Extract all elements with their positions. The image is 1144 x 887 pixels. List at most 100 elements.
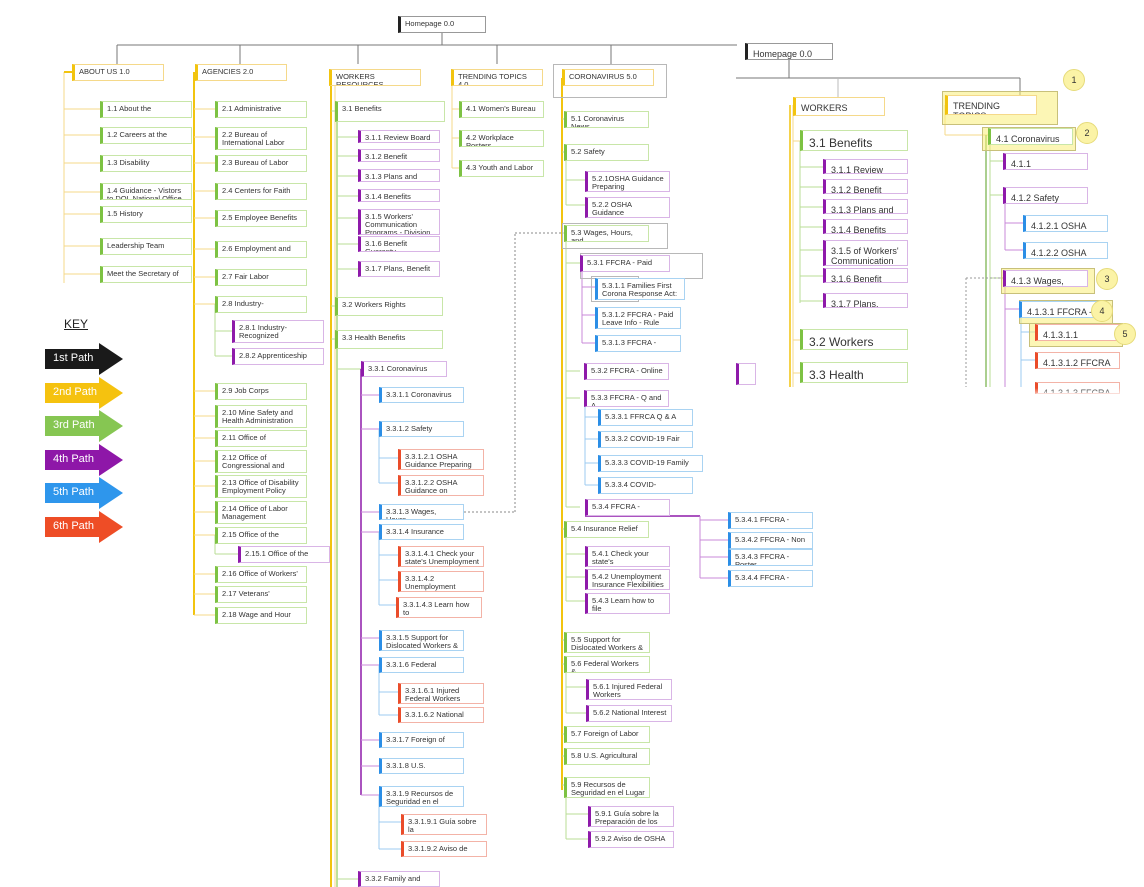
sitemap-node-3.3[interactable]: 3.3 Health Benefits — [335, 330, 443, 349]
sitemap-node-1.4[interactable]: 1.4 Guidance - Vistors to DOL National O… — [100, 183, 192, 200]
sitemap-node-5.3.4.4[interactable]: 5.3.4.4 FFCRA - — [728, 570, 813, 587]
sitemap-node-3.1.6[interactable]: 3.1.6 Benefit Guaranty — [358, 236, 440, 252]
sitemap-node-5.9.1[interactable]: 5.9.1 Guía sobre la Preparación de los — [588, 806, 674, 827]
sitemap-node-workers[interactable]: WORKERS — [793, 97, 885, 116]
sitemap-node-4.1.2[interactable]: 4.1.2 Safety — [1003, 187, 1088, 204]
sitemap-node-3.1.3[interactable]: 3.1.3 Plans and — [358, 169, 440, 182]
sitemap-node-4.1[interactable]: 4.1 Coronavirus — [988, 128, 1073, 145]
sitemap-node-5.3.1.3[interactable]: 5.3.1.3 FFCRA - — [595, 335, 681, 352]
sitemap-node-5.3.4.1[interactable]: 5.3.4.1 FFCRA - — [728, 512, 813, 529]
sitemap-node-5.4[interactable]: 5.4 Insurance Relief — [564, 521, 649, 538]
sitemap-node-4.1[interactable]: 4.1 Women's Bureau — [459, 101, 544, 118]
sitemap-node-3.3.1[interactable]: 3.3.1 Coronavirus — [361, 361, 447, 377]
sitemap-node-4.1.3[interactable]: 4.1.3 Wages, — [1003, 270, 1088, 287]
sitemap-node-1.1[interactable]: 1.1 About the — [100, 101, 192, 118]
sitemap-node-3.1.1[interactable]: 3.1.1 Review — [823, 159, 908, 174]
sitemap-node-3.1.2[interactable]: 3.1.2 Benefit — [823, 179, 908, 194]
sitemap-node-2.12[interactable]: 2.12 Office of Congressional and — [215, 450, 307, 473]
sitemap-node-3.1.3[interactable]: 3.1.3 Plans and — [823, 199, 908, 214]
sitemap-node-2.9[interactable]: 2.9 Job Corps — [215, 383, 307, 400]
sitemap-node-5.3.4.2[interactable]: 5.3.4.2 FFCRA - Non — [728, 532, 813, 549]
sitemap-node-3.1.7[interactable]: 3.1.7 Plans, Benefit — [358, 261, 440, 277]
sitemap-node-3.3.2[interactable]: 3.3.2 Family and — [358, 871, 440, 887]
sitemap-node-5.3.3.1[interactable]: 5.3.3.1 FFRCA Q & A — [598, 409, 693, 426]
sitemap-node-2.15.1[interactable]: 2.15.1 Office of the — [238, 546, 330, 563]
sitemap-node-2.14[interactable]: 2.14 Office of Labor Management — [215, 501, 307, 524]
sitemap-node-5.3.4.3[interactable]: 5.3.4.3 FFCRA - Poster — [728, 549, 813, 566]
sitemap-node-1.5[interactable]: 1.5 History — [100, 206, 192, 223]
sitemap-node-3.3.1.4.2[interactable]: 3.3.1.4.2 Unemployment — [398, 571, 484, 592]
sitemap-node-3.1.4[interactable]: 3.1.4 Benefits — [358, 189, 440, 202]
sitemap-node-3.2[interactable]: 3.2 Workers Rights — [335, 297, 443, 316]
sitemap-node-3.3.1.4[interactable]: 3.3.1.4 Insurance — [379, 524, 464, 540]
sitemap-node-4.1.1[interactable]: 4.1.1 Coronavirus — [1003, 153, 1088, 170]
sitemap-node-3.3.1.7[interactable]: 3.3.1.7 Foreign of — [379, 732, 464, 748]
sitemap-node-leadership[interactable]: Leadership Team — [100, 238, 192, 255]
sitemap-node-3.3.1.1[interactable]: 3.3.1.1 Coronavirus — [379, 387, 464, 403]
sitemap-node-trending[interactable]: TRENDING TOPICS — [945, 95, 1037, 115]
sitemap-node-5.2.1osha[interactable]: 5.2.1OSHA Guidance Preparing Workplaces — [585, 171, 670, 192]
sitemap-node-5.3.3.3[interactable]: 5.3.3.3 COVID-19 Family — [598, 455, 703, 472]
sitemap-node-5.3.1.2[interactable]: 5.3.1.2 FFCRA - Paid Leave Info - Rule — [595, 307, 681, 329]
sitemap-node-workers[interactable]: WORKERS RESOURCES — [329, 69, 421, 86]
sitemap-node-3.3.1.3[interactable]: 3.3.1.3 Wages, Hours, — [379, 504, 464, 520]
sitemap-node-5.2.2[interactable]: 5.2.2 OSHA Guidance on Respiratory — [585, 197, 670, 218]
sitemap-node-5.3[interactable]: 5.3 Wages, Hours, and — [564, 225, 649, 242]
sitemap-node-2.6[interactable]: 2.6 Employment and — [215, 241, 307, 258]
sitemap-node-5.3.4[interactable]: 5.3.4 FFCRA - — [585, 499, 670, 516]
sitemap-node-5.3.3.4[interactable]: 5.3.3.4 COVID- — [598, 477, 693, 494]
sitemap-node-3.1.6[interactable]: 3.1.6 Benefit — [823, 268, 908, 283]
sitemap-node-5.3.2[interactable]: 5.3.2 FFCRA - Online — [584, 363, 669, 380]
sitemap-node-2.4[interactable]: 2.4 Centers for Faith — [215, 183, 307, 200]
sitemap-node-5.6.2[interactable]: 5.6.2 National Interest — [586, 705, 672, 722]
sitemap-node-1.3[interactable]: 1.3 Disability — [100, 155, 192, 172]
sitemap-node-3.3.1.8[interactable]: 3.3.1.8 U.S. — [379, 758, 464, 774]
sitemap-node-3.3.1.9.1[interactable]: 3.3.1.9.1 Guía sobre la Preparación de l… — [401, 814, 487, 835]
sitemap-node-3.3.1.9[interactable]: 3.3.1.9 Recursos de Seguridad en el Luga… — [379, 786, 464, 807]
sitemap-node-3.3.1.4.1[interactable]: 3.3.1.4.1 Check your state's Unemploymen… — [398, 546, 484, 567]
sitemap-node-3.3.1.2[interactable]: 3.3.1.2 Safety — [379, 421, 464, 437]
sitemap-node-5.2[interactable]: 5.2 Safety — [564, 144, 649, 161]
sitemap-node-3.3.1.5[interactable]: 3.3.1.5 Support for Dislocated Workers & — [379, 630, 464, 651]
sitemap-node-3.3.1.6.1[interactable]: 3.3.1.6.1 Injured Federal Workers — [398, 683, 484, 704]
sitemap-node-4.2[interactable]: 4.2 Workplace Posters — [459, 130, 544, 147]
sitemap-node-4.3[interactable]: 4.3 Youth and Labor — [459, 160, 544, 177]
sitemap-node-2.8.1[interactable]: 2.8.1 Industry- Recognized — [232, 320, 324, 343]
sitemap-node-meet[interactable]: Meet the Secretary of — [100, 266, 192, 283]
sitemap-node-3.3[interactable]: 3.3 Health — [800, 362, 908, 383]
sitemap-node-3.1[interactable]: 3.1 Benefits — [335, 101, 445, 122]
sitemap-node-2.16[interactable]: 2.16 Office of Workers' — [215, 566, 307, 583]
sitemap-node-coronavirus[interactable]: CORONAVIRUS 5.0 — [562, 69, 654, 86]
sitemap-node-5.1[interactable]: 5.1 Coronavirus News — [564, 111, 649, 128]
sitemap-node-about[interactable]: ABOUT US 1.0 — [72, 64, 164, 81]
sitemap-node-2.18[interactable]: 2.18 Wage and Hour — [215, 607, 307, 624]
sitemap-node-3.3.1.2.1[interactable]: 3.3.1.2.1 OSHA Guidance Preparing — [398, 449, 484, 470]
sitemap-node-3.3.1.6.2[interactable]: 3.3.1.6.2 National — [398, 707, 484, 723]
sitemap-node-homepage[interactable]: Homepage 0.0 — [745, 43, 833, 60]
sitemap-node-agencies[interactable]: AGENCIES 2.0 — [195, 64, 287, 81]
sitemap-node-5.4.1[interactable]: 5.4.1 Check your state's Unemployment — [585, 546, 670, 567]
sitemap-node-3.3.1.2.2[interactable]: 3.3.1.2.2 OSHA Guidance on — [398, 475, 484, 496]
sitemap-node-3.1.5[interactable]: 3.1.5 Workers' Communication Programs - … — [358, 209, 440, 235]
sitemap-node-2.13[interactable]: 2.13 Office of Disability Employment Pol… — [215, 475, 307, 498]
sitemap-node-2.8[interactable]: 2.8 Industry- — [215, 296, 307, 313]
sitemap-node-3.1.4[interactable]: 3.1.4 Benefits — [823, 219, 908, 234]
sitemap-node-3.2[interactable]: 3.2 Workers Rights — [800, 329, 908, 350]
sitemap-node-3.1.1[interactable]: 3.1.1 Review Board — [358, 130, 440, 143]
sitemap-node-5.9[interactable]: 5.9 Recursos de Seguridad en el Lugar — [564, 777, 650, 798]
sitemap-node-3.1.2[interactable]: 3.1.2 Benefit Security — [358, 149, 440, 162]
sitemap-node-2.5[interactable]: 2.5 Employee Benefits — [215, 210, 307, 227]
sitemap-node-2.8.2[interactable]: 2.8.2 Apprenticeship — [232, 348, 324, 365]
sitemap-node-5.7[interactable]: 5.7 Foreign of Labor — [564, 726, 650, 743]
sitemap-node-5.8[interactable]: 5.8 U.S. Agricultural — [564, 748, 650, 765]
sitemap-node-trending[interactable]: TRENDING TOPICS 4.0 — [451, 69, 543, 86]
sitemap-node-2.10[interactable]: 2.10 Mine Safety and Health Administrati… — [215, 405, 307, 428]
sitemap-node-2.7[interactable]: 2.7 Fair Labor — [215, 269, 307, 286]
sitemap-node-3.3.1.6[interactable]: 3.3.1.6 Federal — [379, 657, 464, 673]
sitemap-node-3.1.5[interactable]: 3.1.5 of Workers' Communication — [823, 240, 908, 266]
sitemap-node-5.3.1.1[interactable]: 5.3.1.1 Families First Corona Response A… — [595, 278, 685, 300]
sitemap-node-4.1.3.1.2[interactable]: 4.1.3.1.2 FFCRA - — [1035, 352, 1120, 369]
sitemap-node-3.1.7[interactable]: 3.1.7 Plans, — [823, 293, 908, 308]
sitemap-node-5.6.1[interactable]: 5.6.1 Injured Federal Workers — [586, 679, 672, 700]
sitemap-node-4.1.2.1[interactable]: 4.1.2.1 OSHA — [1023, 215, 1108, 232]
